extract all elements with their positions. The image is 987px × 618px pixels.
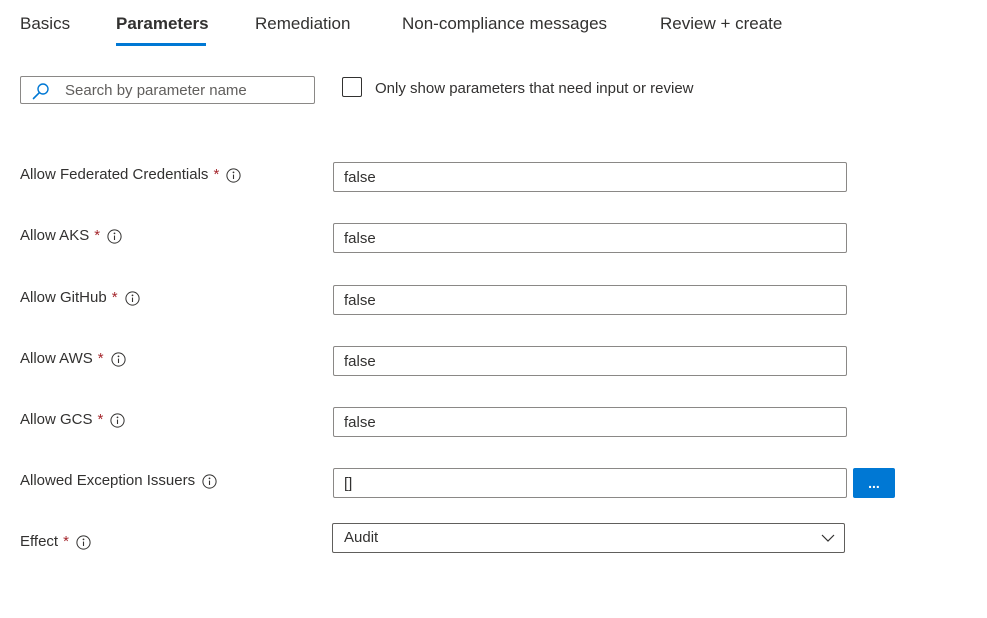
info-icon[interactable] [76, 535, 91, 550]
param-label-text: Allow GCS [20, 411, 93, 428]
param-label: Allowed Exception Issuers [20, 472, 217, 489]
info-icon[interactable] [202, 474, 217, 489]
param-row-allowed-exception-issuers: Allowed Exception Issuers ... [0, 468, 987, 499]
param-label: Allow GitHub * [20, 289, 140, 306]
tab-basics[interactable]: Basics [20, 14, 70, 34]
required-marker: * [94, 227, 101, 244]
chevron-down-icon [821, 534, 835, 542]
effect-selected-value: Audit [344, 529, 379, 546]
param-label: Allow Federated Credentials * [20, 166, 241, 183]
search-box[interactable] [20, 76, 315, 104]
param-label-text: Allow AKS [20, 227, 90, 244]
required-marker: * [213, 166, 220, 183]
param-row-allow-gcs: Allow GCS * [0, 407, 987, 438]
edit-array-button[interactable]: ... [853, 468, 895, 498]
allow-federated-credentials-input[interactable] [333, 162, 847, 192]
info-icon[interactable] [107, 229, 122, 244]
param-label-text: Effect [20, 533, 59, 550]
info-icon[interactable] [110, 413, 125, 428]
allow-aks-input[interactable] [333, 223, 847, 253]
info-icon[interactable] [226, 168, 241, 183]
param-row-effect: Effect * Audit [0, 523, 987, 554]
allowed-exception-issuers-input[interactable] [333, 468, 847, 498]
tab-review-create[interactable]: Review + create [660, 14, 782, 34]
allow-aws-input[interactable] [333, 346, 847, 376]
param-row-allow-federated-credentials: Allow Federated Credentials * [0, 162, 987, 193]
allow-gcs-input[interactable] [333, 407, 847, 437]
tab-bar: Basics Parameters Remediation Non-compli… [0, 0, 987, 48]
allow-github-input[interactable] [333, 285, 847, 315]
param-label: Allow AKS * [20, 227, 122, 244]
param-label: Allow AWS * [20, 350, 126, 367]
info-icon[interactable] [124, 291, 140, 306]
param-label-text: Allow Federated Credentials [20, 166, 209, 183]
required-marker: * [63, 533, 69, 550]
param-label-text: Allow AWS [20, 350, 93, 367]
required-marker: * [111, 289, 118, 306]
required-marker: * [97, 350, 104, 367]
info-icon[interactable] [111, 352, 126, 367]
tab-non-compliance-messages[interactable]: Non-compliance messages [402, 14, 607, 34]
param-label: Effect * [20, 533, 91, 550]
needs-input-checkbox-label[interactable]: Only show parameters that need input or … [375, 80, 694, 97]
active-tab-indicator [116, 43, 206, 46]
effect-dropdown[interactable]: Audit [332, 523, 845, 553]
search-input[interactable] [65, 79, 305, 101]
param-label-text: Allow GitHub [20, 289, 107, 306]
param-label: Allow GCS * [20, 411, 125, 428]
search-icon [32, 83, 49, 100]
tab-parameters[interactable]: Parameters [116, 14, 209, 34]
tab-remediation[interactable]: Remediation [255, 14, 350, 34]
needs-input-checkbox[interactable] [342, 77, 362, 97]
param-row-allow-github: Allow GitHub * [0, 285, 987, 316]
param-row-allow-aks: Allow AKS * [0, 223, 987, 254]
required-marker: * [97, 411, 104, 428]
param-label-text: Allowed Exception Issuers [20, 472, 196, 489]
param-row-allow-aws: Allow AWS * [0, 346, 987, 377]
